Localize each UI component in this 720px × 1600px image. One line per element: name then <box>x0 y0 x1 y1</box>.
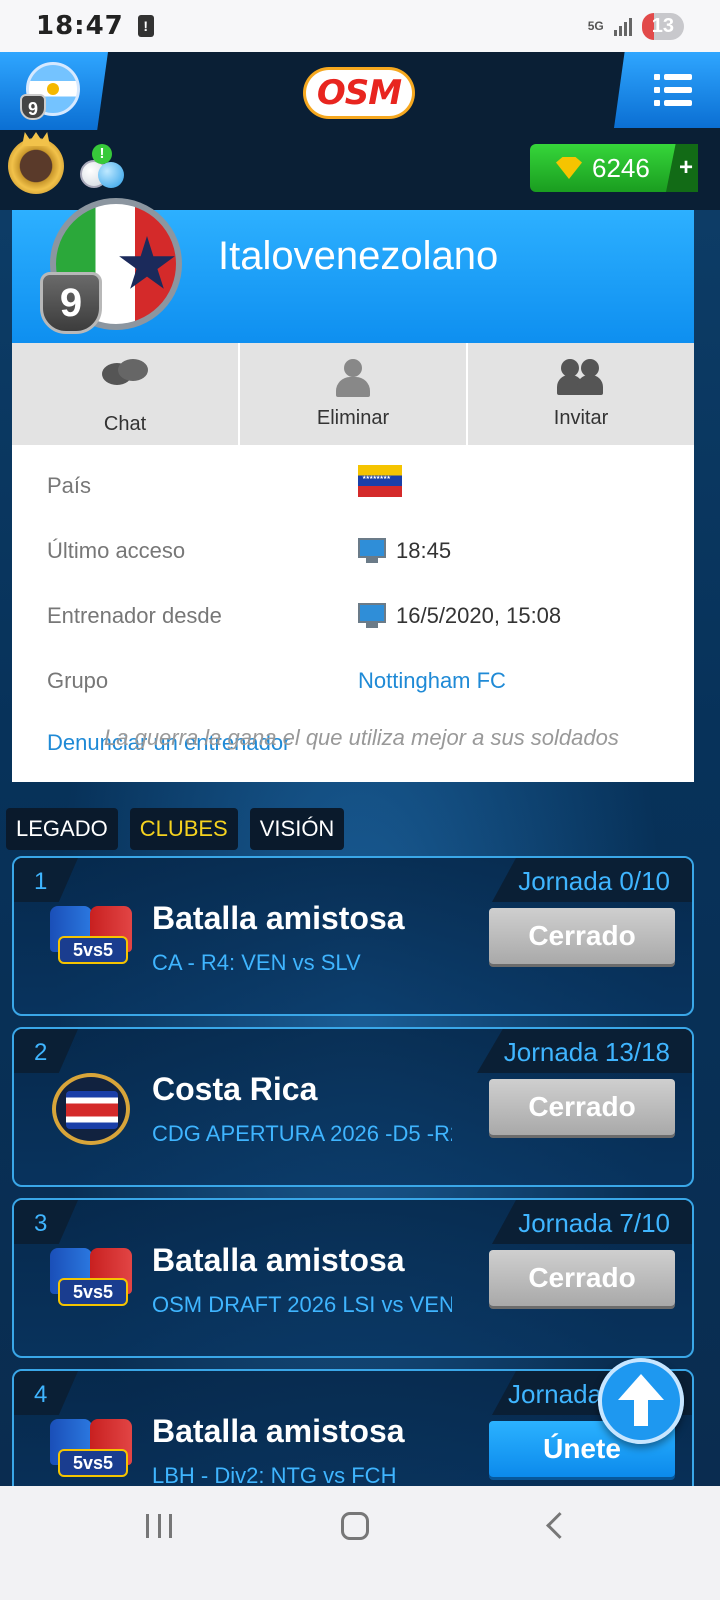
club-title: Batalla amistosa <box>152 900 405 936</box>
country-label: País <box>47 473 92 498</box>
system-nav-bar <box>0 1486 720 1600</box>
club-round: Jornada 13/18 <box>503 1037 670 1067</box>
club-number: 4 <box>34 1381 48 1408</box>
country-row: País <box>12 465 694 513</box>
coach-since-date: 16/5/2020, 15:08 <box>396 603 562 628</box>
signal-icon <box>613 16 632 36</box>
club-title: Batalla amistosa <box>152 1242 405 1278</box>
club-card[interactable]: 1 Jornada 0/10 5vs5 Batalla amistosa CA … <box>12 856 694 1016</box>
crown-avatar-icon[interactable] <box>8 138 64 194</box>
delete-button[interactable]: Eliminar <box>240 343 468 445</box>
club-subtitle: CDG APERTURA 2026 -D5 -R2 -... <box>152 1121 452 1146</box>
tab-legado[interactable]: LEGADO <box>6 808 118 850</box>
chat-button[interactable]: Chat <box>12 343 240 445</box>
coins-button[interactable]: 6246 + <box>530 144 698 192</box>
status-right: 5G 13 <box>587 12 684 40</box>
back-icon[interactable] <box>548 1514 564 1538</box>
club-subtitle: CA - R4: VEN vs SLV <box>152 950 361 975</box>
club-subtitle: OSM DRAFT 2026 LSI vs VEN <box>152 1292 452 1317</box>
club-title: Costa Rica <box>152 1071 318 1107</box>
last-access-row: Último acceso 18:45 <box>12 538 694 578</box>
club-round: Jornada <box>508 1379 602 1409</box>
five-vs-five-icon: 5vs5 <box>50 1244 134 1316</box>
five-vs-five-icon: 5vs5 <box>50 902 134 974</box>
coin-gem-icon <box>556 157 582 179</box>
club-number: 2 <box>34 1039 48 1066</box>
osm-logo: OSM <box>306 70 412 116</box>
tab-vision[interactable]: VISIÓN <box>249 808 345 850</box>
user-flag-tab[interactable]: 9 <box>0 52 108 130</box>
list-menu-icon <box>654 74 692 106</box>
profile-card: 9 Italovenezolano Chat Eliminar Invitar … <box>12 198 694 782</box>
coach-since-label: Entrenador desde <box>47 603 222 628</box>
profile-actions: Chat Eliminar Invitar <box>12 343 694 445</box>
person-icon <box>336 359 370 397</box>
coach-motto: La guerra la gana el que utiliza mejor a… <box>104 725 619 750</box>
profile-tabs: LEGADO CLUBES VISIÓN <box>6 808 345 850</box>
group-row: Grupo Nottingham FC <box>12 668 694 708</box>
club-round: Jornada 0/10 <box>518 866 670 896</box>
notification-alert-icon: ! <box>137 15 154 37</box>
country-value <box>358 465 402 497</box>
battery-indicator: 13 <box>641 12 684 40</box>
club-round: Jornada 7/10 <box>518 1208 670 1238</box>
coins-value: 6246 <box>592 152 650 183</box>
battery-level: 13 <box>651 14 674 37</box>
home-icon[interactable] <box>341 1512 369 1540</box>
user-level-badge: 9 <box>20 94 46 120</box>
closed-button[interactable]: Cerrado <box>489 908 675 964</box>
recents-icon[interactable] <box>146 1514 172 1538</box>
scroll-top-button[interactable] <box>598 1358 684 1444</box>
group-label: Grupo <box>47 668 109 693</box>
status-bar: 18:47 ! 5G 13 <box>0 0 720 52</box>
profile-name: Italovenezolano <box>218 234 499 278</box>
club-card[interactable]: 2 Jornada 13/18 Costa Rica CDG APERTURA … <box>12 1027 694 1187</box>
five-vs-five-icon: 5vs5 <box>50 1415 134 1487</box>
computer-icon <box>358 538 386 564</box>
vs-badge: 5vs5 <box>58 936 128 964</box>
costa-rica-flag-icon <box>52 1073 132 1145</box>
closed-button[interactable]: Cerrado <box>489 1079 675 1135</box>
arrow-up-icon <box>618 1374 664 1426</box>
people-icon <box>557 359 605 395</box>
last-access-value: 18:45 <box>358 538 451 564</box>
invite-label: Invitar <box>553 407 609 429</box>
vs-badge: 5vs5 <box>58 1278 128 1306</box>
flag-sun-icon <box>47 83 59 95</box>
venezuela-flag-icon <box>358 465 402 497</box>
training-balls-icon[interactable]: ! <box>80 144 126 190</box>
club-card[interactable]: 3 Jornada 7/10 5vs5 Batalla amistosa OSM… <box>12 1198 694 1358</box>
vs-badge: 5vs5 <box>58 1449 128 1477</box>
status-time: 18:47 <box>36 11 124 41</box>
computer-icon <box>358 603 386 629</box>
last-access-label: Último acceso <box>47 538 186 563</box>
profile-header: 9 Italovenezolano <box>12 198 694 343</box>
network-label: 5G <box>587 19 604 33</box>
tab-clubes[interactable]: CLUBES <box>129 808 238 850</box>
club-number: 3 <box>34 1210 48 1237</box>
level-badge: 9 <box>40 272 102 334</box>
menu-button[interactable] <box>614 52 720 128</box>
closed-button[interactable]: Cerrado <box>489 1250 675 1306</box>
add-coins-icon: + <box>666 144 698 192</box>
chat-icon <box>102 359 148 391</box>
game-header: 9 OSM ! 6246 + <box>0 52 720 210</box>
club-number: 1 <box>34 868 48 895</box>
coach-since-row: Entrenador desde 16/5/2020, 15:08 <box>12 603 694 643</box>
group-link[interactable]: Nottingham FC <box>358 668 506 694</box>
club-title: Batalla amistosa <box>152 1413 405 1449</box>
invite-button[interactable]: Invitar <box>468 343 694 445</box>
delete-label: Eliminar <box>316 407 390 429</box>
chat-label: Chat <box>103 413 147 435</box>
coach-since-value: 16/5/2020, 15:08 <box>358 603 561 629</box>
last-access-time: 18:45 <box>396 538 452 563</box>
